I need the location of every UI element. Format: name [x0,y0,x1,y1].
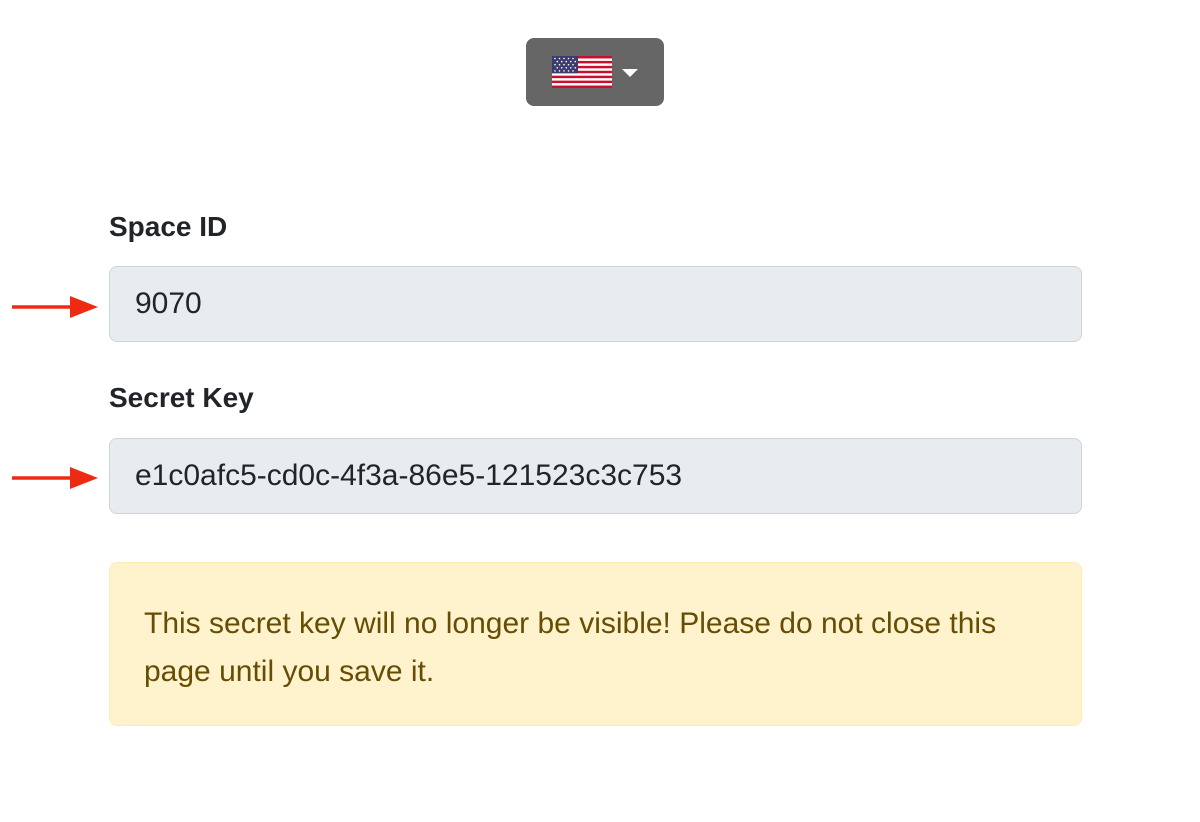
space-id-label: Space ID [109,211,228,242]
us-flag-icon [552,56,612,88]
language-dropdown-button[interactable] [526,38,664,106]
space-id-input[interactable] [109,266,1082,342]
secret-key-input[interactable] [109,438,1082,514]
warning-alert: This secret key will no longer be visibl… [109,562,1082,726]
annotation-arrow-icon [12,296,98,318]
secret-key-label: Secret Key [109,382,254,413]
caret-down-icon [622,69,638,77]
warning-alert-message: This secret key will no longer be visibl… [144,607,997,688]
annotation-arrow-icon [12,467,98,489]
